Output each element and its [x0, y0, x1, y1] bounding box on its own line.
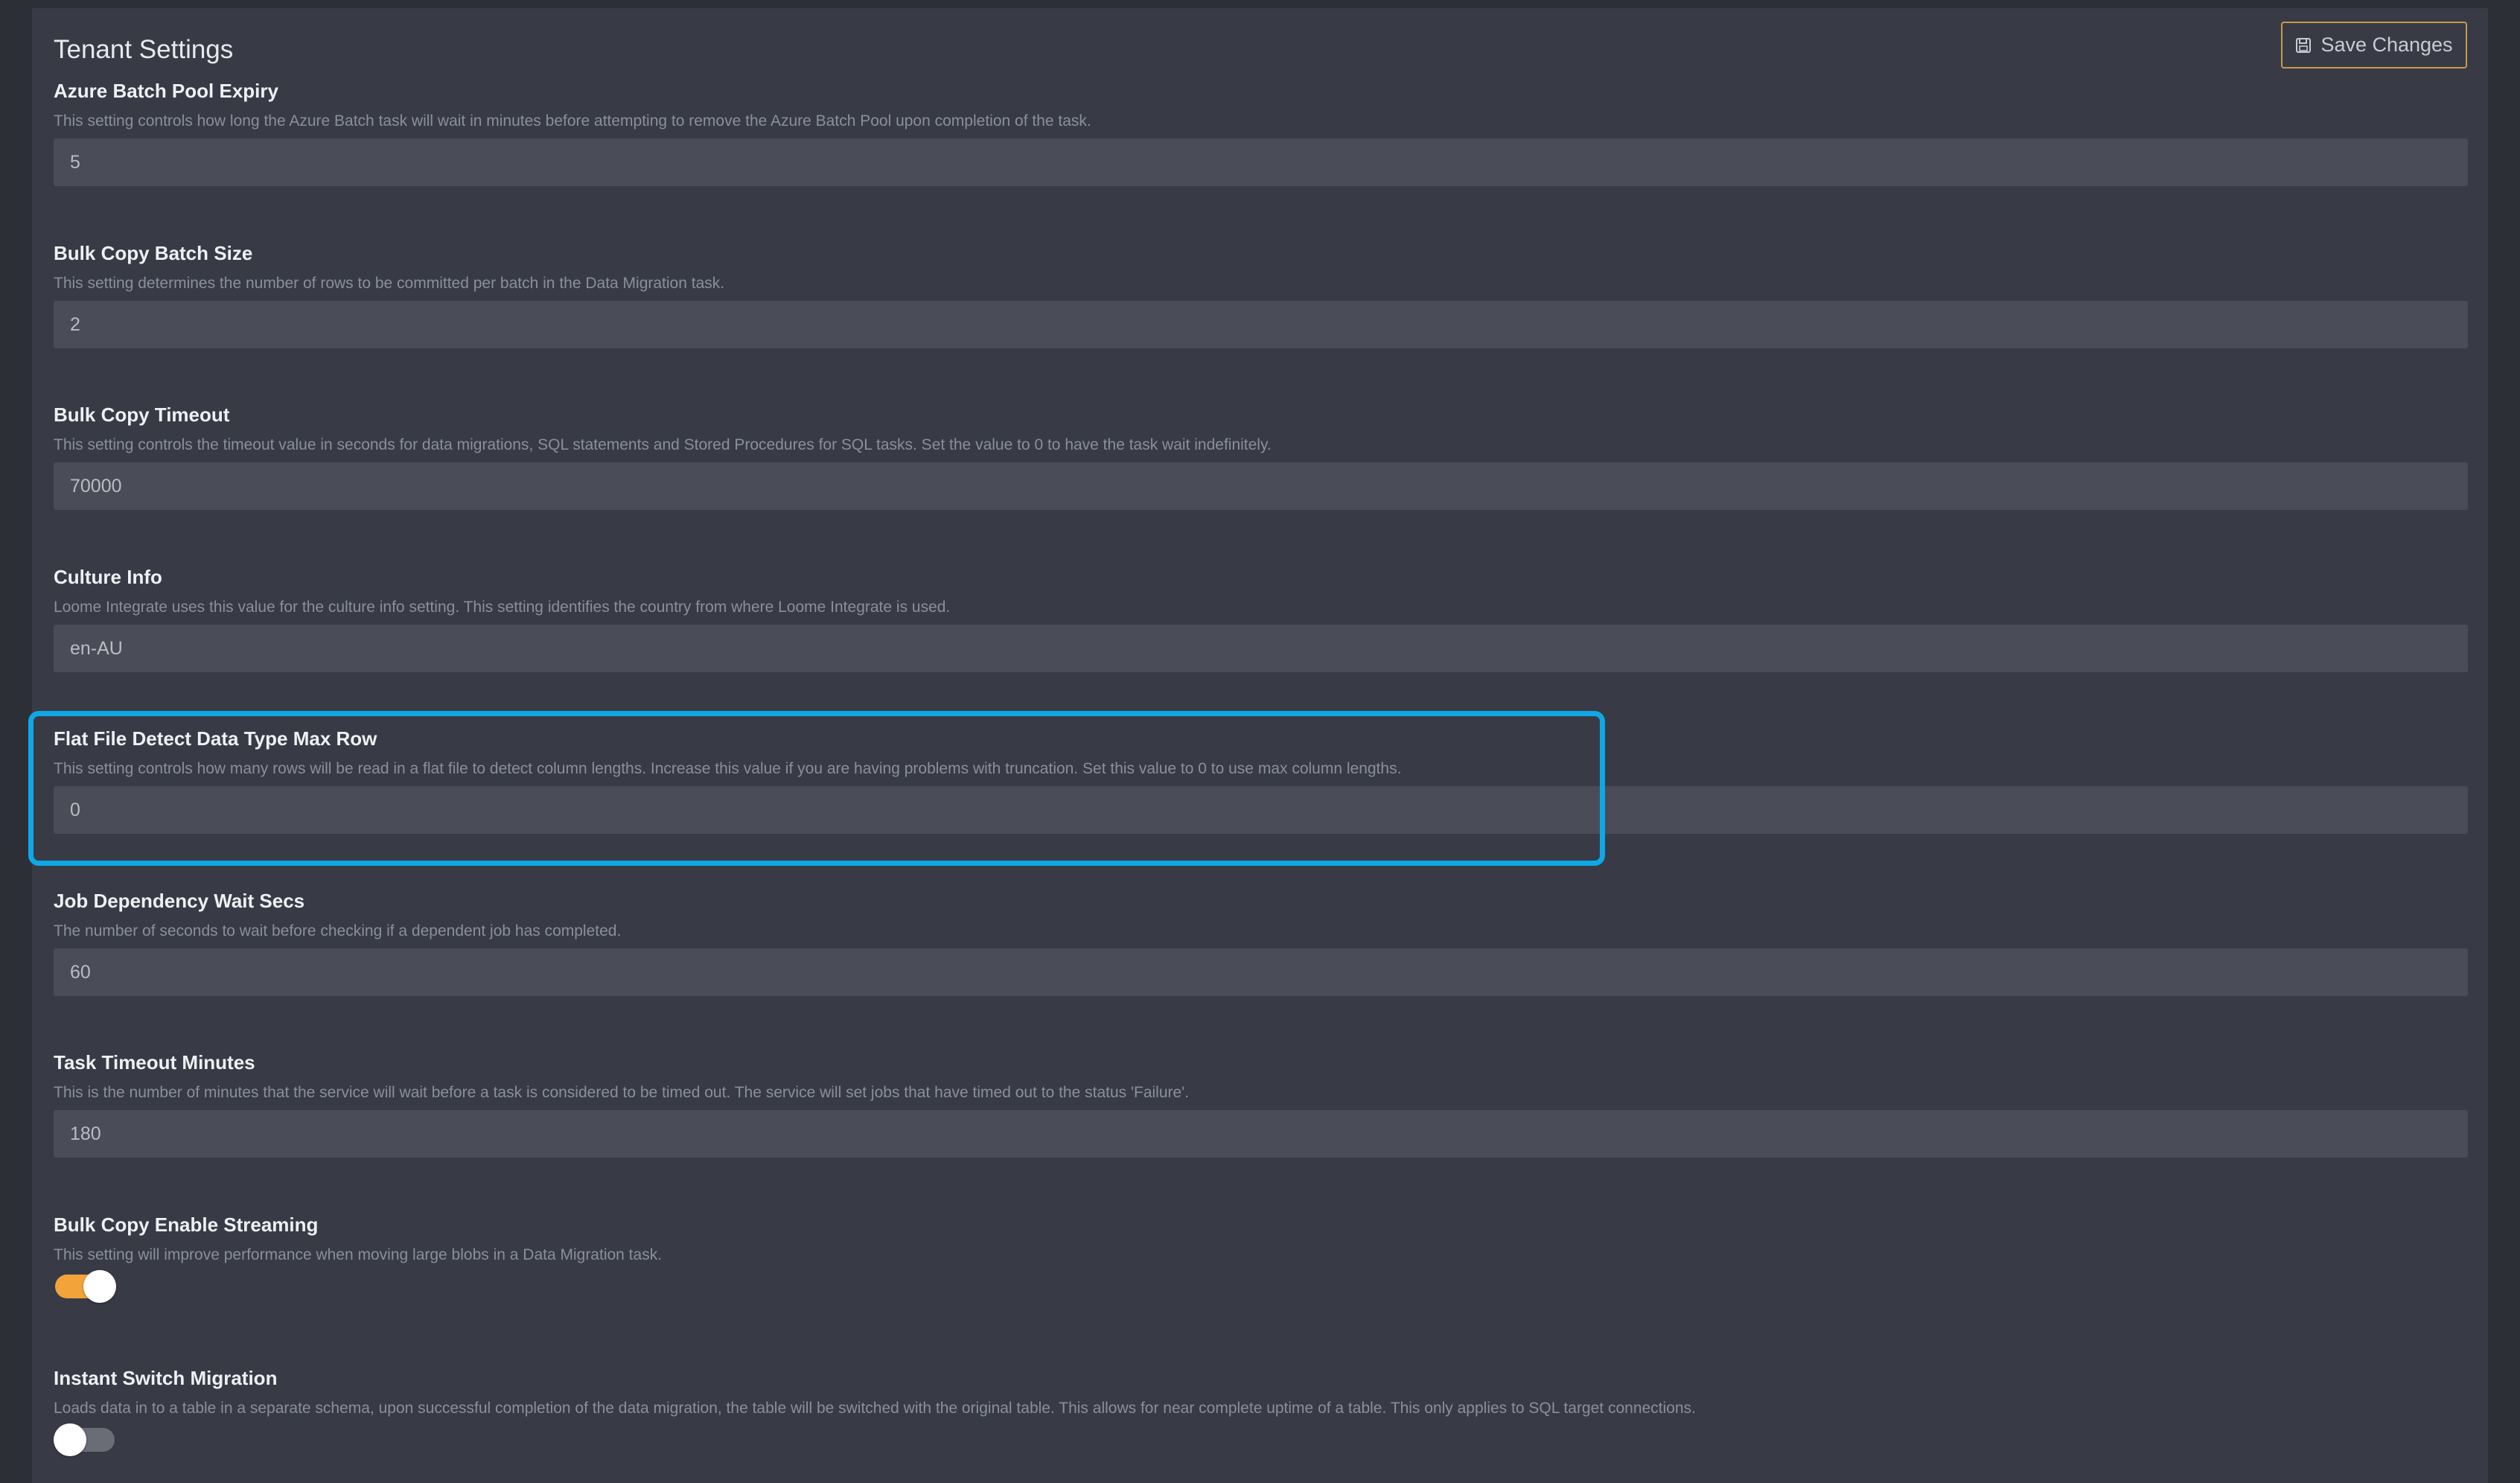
setting-label: Bulk Copy Timeout [54, 404, 230, 426]
setting-label: Azure Batch Pool Expiry [54, 80, 278, 102]
setting-label: Job Dependency Wait Secs [54, 890, 305, 912]
setting-description: This setting controls how long the Azure… [54, 112, 1091, 130]
setting-label: Bulk Copy Batch Size [54, 242, 253, 264]
job-dependency-wait-secs-input[interactable] [54, 948, 2468, 996]
save-changes-label: Save Changes [2320, 34, 2453, 56]
instant-switch-migration-toggle[interactable] [54, 1423, 116, 1456]
flat-file-detect-data-type-max-row-input[interactable] [54, 786, 2468, 834]
toggle-knob [83, 1270, 116, 1303]
setting-description: This setting will improve performance wh… [54, 1246, 663, 1263]
setting-description: Loome Integrate uses this value for the … [54, 599, 951, 616]
setting-label: Culture Info [54, 566, 162, 588]
bulk-copy-enable-streaming-toggle[interactable] [54, 1269, 116, 1303]
setting-label: Instant Switch Migration [54, 1367, 278, 1389]
bulk-copy-timeout-input[interactable] [54, 462, 2468, 510]
setting-description: The number of seconds to wait before che… [54, 922, 622, 940]
setting-label: Flat File Detect Data Type Max Row [54, 727, 377, 750]
setting-description: Loads data in to a table in a separate s… [54, 1400, 1696, 1417]
setting-description: This is the number of minutes that the s… [54, 1084, 1190, 1101]
setting-label: Task Timeout Minutes [54, 1051, 255, 1074]
setting-description: This setting determines the number of ro… [54, 275, 725, 292]
setting-label: Bulk Copy Enable Streaming [54, 1213, 319, 1236]
setting-description: This setting controls how many rows will… [54, 760, 1402, 777]
azure-batch-pool-expiry-input[interactable] [54, 138, 2468, 186]
toggle-knob [54, 1423, 86, 1456]
culture-info-input[interactable] [54, 625, 2468, 672]
save-changes-button[interactable]: Save Changes [2281, 22, 2467, 68]
setting-description: This setting controls the timeout value … [54, 436, 1272, 453]
save-icon [2296, 37, 2312, 53]
bulk-copy-batch-size-input[interactable] [54, 301, 2468, 348]
page: Tenant Settings Save Changes Azure Batch… [0, 0, 2520, 1483]
page-title: Tenant Settings [54, 35, 234, 64]
task-timeout-minutes-input[interactable] [54, 1110, 2468, 1158]
